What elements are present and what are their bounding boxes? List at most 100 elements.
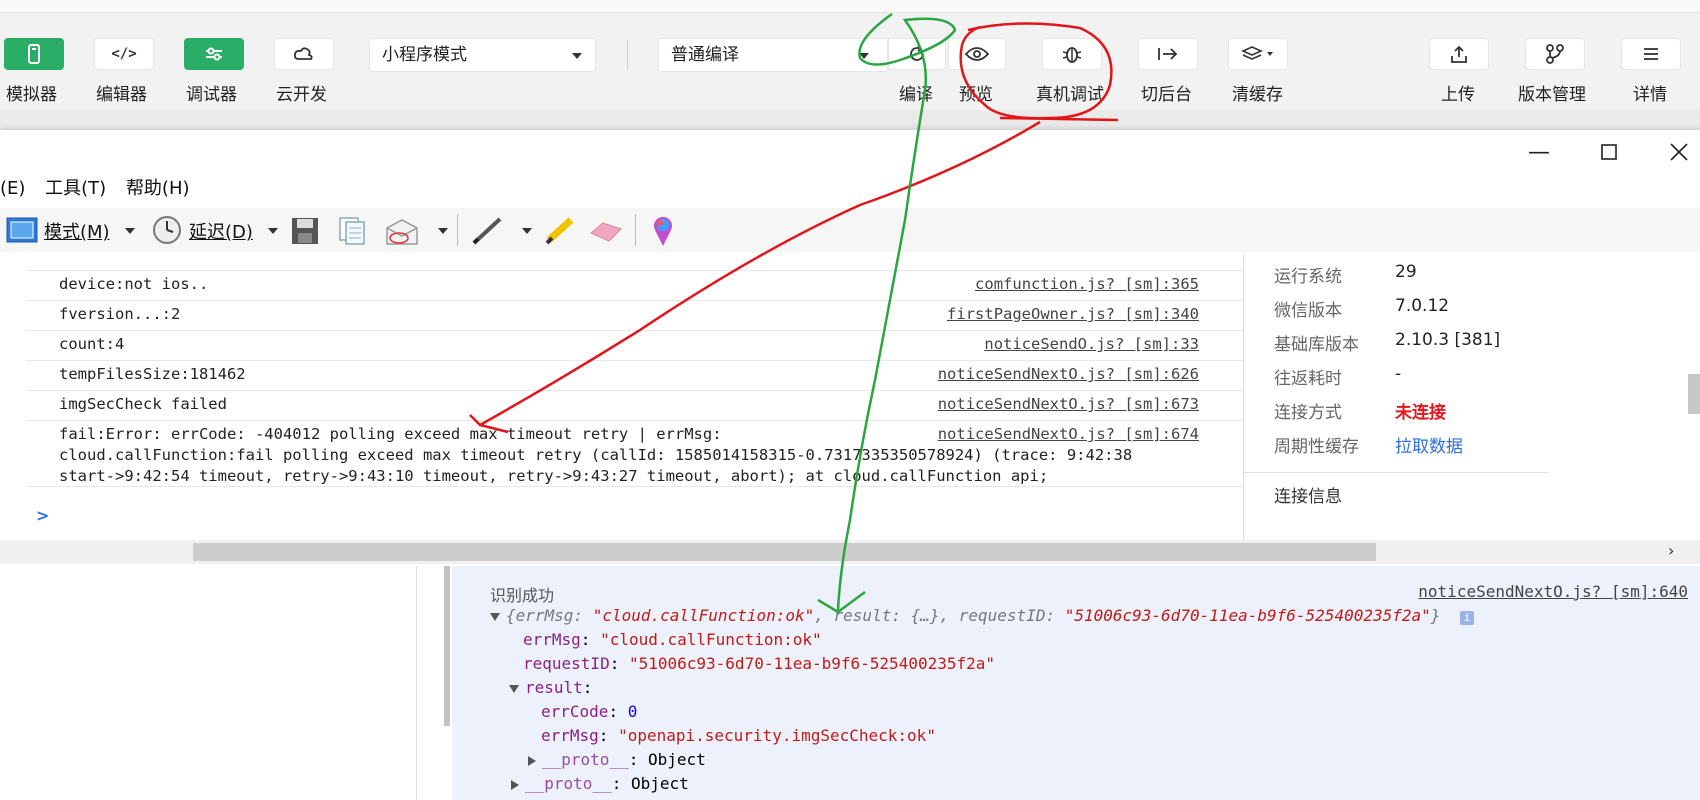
- mode-button[interactable]: 模式(M): [44, 218, 110, 244]
- console-scrollbar[interactable]: [444, 566, 450, 726]
- chevron-right-icon[interactable]: ›: [1668, 541, 1674, 560]
- copy-icon[interactable]: [338, 216, 366, 246]
- log-source-link[interactable]: noticeSendNextO.js? [sm]:674: [938, 425, 1199, 443]
- switch-background-icon: [1158, 48, 1178, 60]
- pull-data-link[interactable]: 拉取数据: [1395, 432, 1463, 457]
- preview-label: 预览: [959, 85, 993, 105]
- delay-dropdown-icon[interactable]: [268, 228, 278, 234]
- real-device-debug-button[interactable]: [1042, 38, 1102, 70]
- divider: [1244, 472, 1548, 473]
- upload-button[interactable]: [1429, 38, 1489, 70]
- log-message: tempFilesSize:181462: [59, 365, 246, 383]
- prop-key: errMsg: [541, 726, 599, 745]
- info-label: 基础库版本: [1274, 335, 1359, 355]
- refresh-icon: [910, 45, 924, 61]
- mode-icon[interactable]: [6, 217, 38, 243]
- cloud-dev-button[interactable]: [274, 38, 334, 70]
- expand-triangle-icon[interactable]: [490, 612, 500, 621]
- prop-key: __proto__: [525, 774, 612, 793]
- mode-dropdown-icon[interactable]: [125, 228, 135, 234]
- prop-key: result: [525, 678, 583, 697]
- vertical-scrollbar[interactable]: [1688, 374, 1700, 414]
- object-summary[interactable]: {errMsg: "cloud.callFunction:ok", result…: [490, 606, 1475, 625]
- compile-label: 编译: [899, 85, 933, 105]
- sliders-icon: [206, 47, 222, 61]
- send-dropdown-icon[interactable]: [438, 228, 448, 234]
- save-icon[interactable]: [291, 217, 319, 245]
- debugger-label: 调试器: [186, 85, 237, 105]
- prop-inner-proto[interactable]: __proto__: Object: [528, 750, 706, 769]
- close-icon[interactable]: [1670, 143, 1688, 161]
- list-item: fversion...:2 firstPageOwner.js? [sm]:34…: [26, 300, 1243, 331]
- editor-label: 编辑器: [96, 85, 147, 105]
- prop-proto[interactable]: __proto__: Object: [511, 774, 689, 793]
- prop-requestid: requestID: "51006c93-6d70-11ea-b9f6-5254…: [523, 654, 996, 673]
- version-manage-button[interactable]: [1525, 38, 1585, 70]
- title-strip: [0, 0, 1700, 13]
- menu-edit[interactable]: (E): [0, 178, 25, 199]
- error-line: fail:Error: errCode: -404012 polling exc…: [59, 425, 722, 443]
- eye-icon: [965, 47, 989, 61]
- log-source-link[interactable]: firstPageOwner.js? [sm]:340: [947, 305, 1199, 323]
- clear-cache-button[interactable]: [1228, 38, 1288, 70]
- maximize-icon[interactable]: [1601, 144, 1617, 160]
- upload-icon: [1451, 45, 1467, 63]
- horizontal-scrollbar[interactable]: ›: [0, 540, 1700, 564]
- compile-button[interactable]: [888, 38, 946, 70]
- console-prompt[interactable]: >: [36, 506, 49, 525]
- prop-errmsg: errMsg: "cloud.callFunction:ok": [523, 630, 822, 649]
- info-label: 微信版本: [1274, 301, 1342, 321]
- pen-icon[interactable]: [470, 216, 504, 246]
- device-info-panel: 运行系统 29 微信版本 7.0.12 基础库版本 2.10.3 [381] 往…: [1243, 254, 1548, 540]
- log-source-link[interactable]: noticeSendNextO.js? [sm]:626: [938, 365, 1199, 383]
- menu-tools[interactable]: 工具(T): [45, 178, 106, 199]
- log-source-link[interactable]: comfunction.js? [sm]:365: [975, 275, 1199, 293]
- obj-value: "51006c93-6d70-11ea-b9f6-525400235f2a": [1064, 606, 1431, 625]
- log-source-link[interactable]: noticeSendO.js? [sm]:33: [984, 335, 1199, 353]
- prop-result[interactable]: result:: [509, 678, 592, 697]
- prop-value: Object: [630, 774, 689, 793]
- compile-select[interactable]: 普通编译: [658, 38, 888, 72]
- list-item: tempFilesSize:181462 noticeSendNextO.js?…: [26, 360, 1243, 391]
- console-output: 识别成功 noticeSendNextO.js? [sm]:640 {errMs…: [452, 566, 1700, 800]
- compile-select-value: 普通编译: [671, 45, 739, 65]
- code-icon: </>: [111, 46, 137, 62]
- collapsed-triangle-icon[interactable]: [528, 755, 536, 766]
- cloud-icon: [293, 47, 313, 60]
- info-icon[interactable]: i: [1460, 611, 1475, 625]
- editor-button[interactable]: </>: [94, 38, 154, 70]
- delay-button[interactable]: 延迟(D): [189, 218, 253, 244]
- eraser-icon[interactable]: [589, 221, 623, 243]
- info-label: 连接方式: [1274, 403, 1342, 423]
- devtools-toolbar: 模拟器 </> 编辑器 调试器 云开发 小程序模式 普通编译 编译 预览 真机调…: [0, 0, 1700, 132]
- simulator-button[interactable]: [4, 38, 64, 70]
- log-source-link[interactable]: noticeSendNextO.js? [sm]:640: [1418, 582, 1688, 601]
- clock-icon[interactable]: [152, 215, 182, 245]
- obj-text: }: [1430, 606, 1441, 625]
- toolbar-separator: [635, 214, 636, 246]
- mail-icon[interactable]: [385, 218, 419, 246]
- details-button[interactable]: [1621, 38, 1681, 70]
- menu-help[interactable]: 帮助(H): [126, 178, 190, 199]
- scrollbar-thumb[interactable]: [193, 543, 1376, 561]
- pen-dropdown-icon[interactable]: [522, 228, 532, 234]
- color-picker-icon[interactable]: [650, 214, 676, 248]
- log-source-link[interactable]: noticeSendNextO.js? [sm]:673: [938, 395, 1199, 413]
- debugger-button[interactable]: [184, 38, 244, 70]
- preview-button[interactable]: [948, 38, 1006, 70]
- toolbar-divider: [627, 40, 628, 70]
- layers-icon: [1241, 46, 1273, 60]
- minimize-icon[interactable]: —: [1528, 140, 1550, 165]
- mode-select-value: 小程序模式: [382, 45, 467, 65]
- mode-select[interactable]: 小程序模式: [369, 38, 596, 72]
- bug-icon: [1062, 47, 1082, 63]
- window-toolbar: 模式(M) 延迟(D): [0, 208, 1700, 252]
- collapsed-triangle-icon[interactable]: [511, 779, 519, 790]
- expand-triangle-icon[interactable]: [509, 684, 519, 693]
- prop-value: 0: [627, 702, 638, 721]
- connection-info-title: 连接信息: [1274, 487, 1342, 507]
- log-message: fversion...:2: [59, 305, 181, 323]
- background-button[interactable]: [1138, 38, 1198, 70]
- version-manage-label: 版本管理: [1518, 85, 1586, 105]
- highlighter-icon[interactable]: [543, 216, 577, 246]
